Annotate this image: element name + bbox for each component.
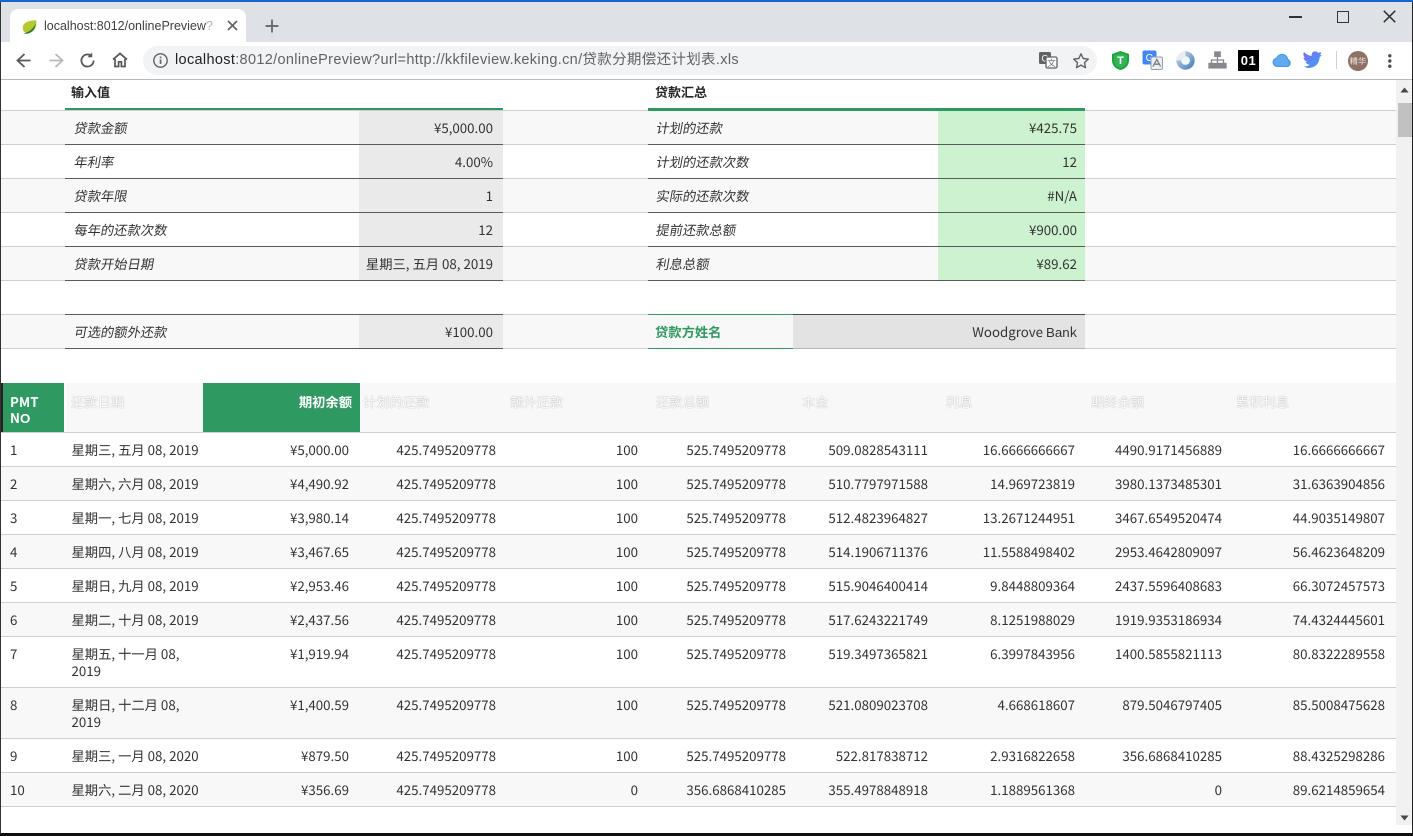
svg-text:T: T [1117,55,1124,67]
svg-text:文: 文 [1047,57,1056,69]
